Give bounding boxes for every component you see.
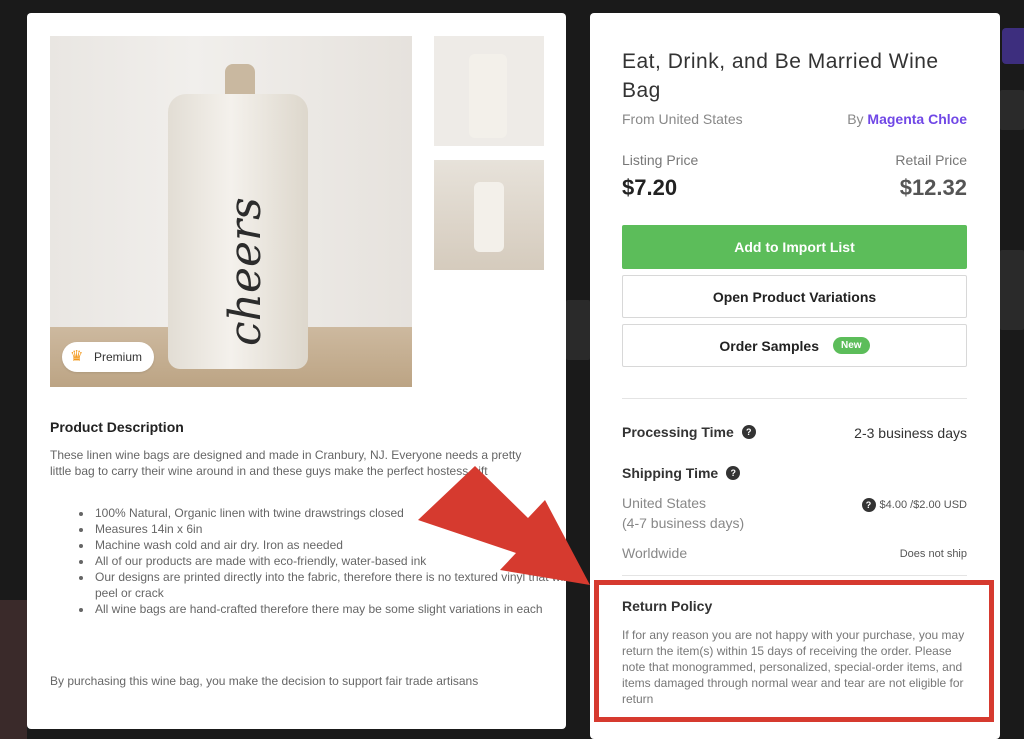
thumbnail-image-1[interactable] (434, 36, 544, 146)
list-item: 100% Natural, Organic linen with twine d… (93, 505, 566, 521)
description-intro: These linen wine bags are designed and m… (50, 448, 522, 478)
product-origin: From United States (622, 111, 743, 127)
retail-price-label: Retail Price (895, 152, 967, 168)
crown-icon: ♛ (70, 348, 84, 365)
product-gallery-card: cheers ♛ Premium Product Description The… (27, 13, 566, 729)
listing-price: $7.20 (622, 175, 678, 200)
destination-delivery-time: (4-7 business days) (622, 515, 745, 531)
processing-time-text: Processing Time (622, 424, 734, 440)
destination-name: Worldwide (622, 545, 688, 561)
list-item: Machine wash cold and air dry. Iron as n… (93, 537, 566, 553)
premium-badge: ♛ Premium (62, 342, 155, 372)
shipping-destination-us: United States (4-7 business days) (622, 493, 744, 533)
listing-price-label: Listing Price (622, 152, 699, 168)
help-icon[interactable]: ? (726, 466, 741, 480)
description-title: Product Description (50, 419, 184, 435)
divider (622, 575, 967, 576)
processing-time-value: 2-3 business days (854, 425, 967, 441)
divider (622, 398, 967, 399)
annotation-highlight-box (594, 580, 994, 722)
background-fragment (0, 600, 27, 739)
list-item: All wine bags are hand-crafted therefore… (93, 601, 566, 617)
list-item: Our designs are printed directly into th… (93, 569, 566, 601)
shipping-time-text: Shipping Time (622, 465, 719, 481)
shipping-time-label: Shipping Time ? (622, 465, 741, 481)
product-title: Eat, Drink, and Be Married Wine Bag (622, 50, 939, 102)
by-prefix: By (847, 111, 864, 127)
help-icon[interactable]: ? (741, 425, 756, 439)
list-item: All of our products are made with eco-fr… (93, 553, 566, 569)
destination-name: United States (622, 495, 707, 511)
shipping-destination-worldwide: Worldwide (622, 543, 687, 563)
thumbnail-bag (474, 182, 504, 252)
shipping-price-worldwide: Does not ship (900, 548, 967, 560)
premium-badge-label: Premium (94, 350, 143, 364)
description-footer: By purchasing this wine bag, you make th… (50, 674, 479, 688)
shipping-price-text: Does not ship (899, 548, 967, 560)
order-samples-button[interactable]: Order Samples New (622, 324, 967, 367)
processing-time-label: Processing Time ? (622, 424, 756, 440)
vendor-line: By Magenta Chloe (847, 111, 967, 127)
background-fragment (1000, 90, 1024, 130)
list-item: Measures 14in x 6in (93, 521, 566, 537)
new-badge: New (833, 337, 870, 354)
shipping-price-us: ? $4.00 /$2.00 USD (861, 498, 967, 512)
thumbnail-image-2[interactable] (434, 160, 544, 270)
shipping-price-text: $4.00 /$2.00 USD (879, 499, 967, 511)
retail-price: $12.32 (899, 175, 967, 200)
main-product-image[interactable]: cheers ♛ Premium (50, 36, 412, 387)
help-icon[interactable]: ? (861, 498, 876, 512)
background-fragment (566, 300, 590, 360)
vendor-link[interactable]: Magenta Chloe (867, 111, 967, 127)
bag-print-text: cheers (220, 197, 271, 346)
variations-button-label: Open Product Variations (712, 288, 877, 305)
background-button-fragment (1002, 28, 1024, 64)
background-fragment (1000, 250, 1024, 330)
thumbnail-bag (469, 54, 507, 138)
open-product-variations-button[interactable]: Open Product Variations (622, 275, 967, 318)
samples-button-label: Order Samples (719, 337, 820, 354)
description-bullets: 100% Natural, Organic linen with twine d… (50, 505, 566, 617)
add-to-import-list-button[interactable]: Add to Import List (622, 225, 967, 269)
